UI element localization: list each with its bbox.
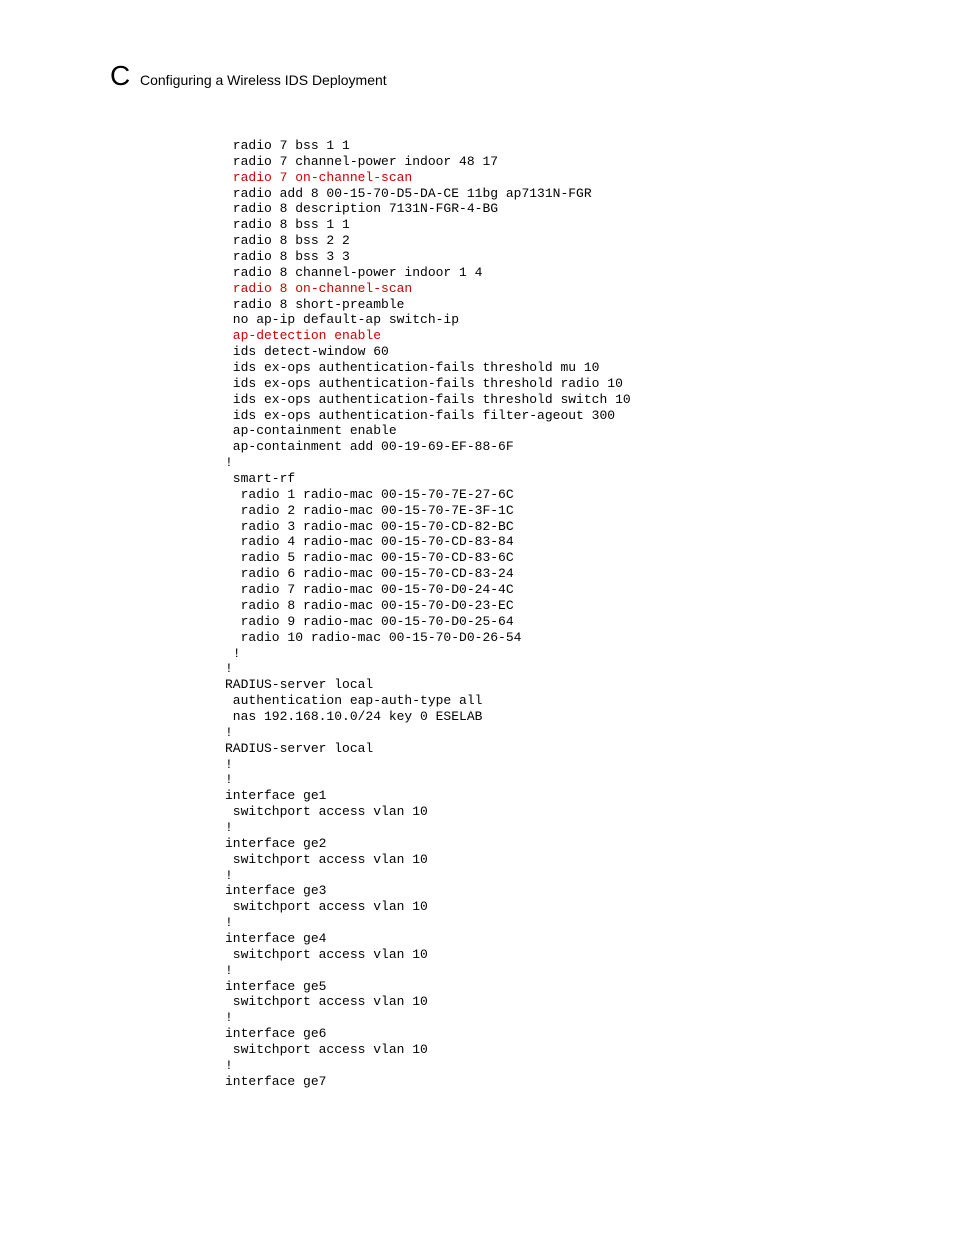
config-line: ! xyxy=(225,455,233,470)
config-line: interface ge6 xyxy=(225,1026,326,1041)
config-line: ap-containment enable xyxy=(225,423,397,438)
config-line: ! xyxy=(225,1010,233,1025)
config-line: radio 5 radio-mac 00-15-70-CD-83-6C xyxy=(225,550,514,565)
config-line: radio 1 radio-mac 00-15-70-7E-27-6C xyxy=(225,487,514,502)
config-line: switchport access vlan 10 xyxy=(225,804,428,819)
config-line: ! xyxy=(225,915,233,930)
config-line: radio 8 radio-mac 00-15-70-D0-23-EC xyxy=(225,598,514,613)
config-line: smart-rf xyxy=(225,471,295,486)
config-line: radio 8 on-channel-scan xyxy=(225,281,412,296)
config-line: radio 8 short-preamble xyxy=(225,297,404,312)
config-line: radio 8 description 7131N-FGR-4-BG xyxy=(225,201,498,216)
config-line: ! xyxy=(225,1058,233,1073)
config-line: radio 8 bss 2 2 xyxy=(225,233,350,248)
config-line: ids ex-ops authentication-fails filter-a… xyxy=(225,408,615,423)
config-line: ! xyxy=(225,661,233,676)
config-line: switchport access vlan 10 xyxy=(225,899,428,914)
config-line: ! xyxy=(225,963,233,978)
config-line: no ap-ip default-ap switch-ip xyxy=(225,312,459,327)
config-line: radio 8 bss 1 1 xyxy=(225,217,350,232)
config-block: radio 7 bss 1 1 radio 7 channel-power in… xyxy=(225,138,631,1090)
config-line: ids detect-window 60 xyxy=(225,344,389,359)
config-line: ids ex-ops authentication-fails threshol… xyxy=(225,360,599,375)
config-line: radio 8 bss 3 3 xyxy=(225,249,350,264)
config-line: ap-detection enable xyxy=(225,328,381,343)
config-line: ap-containment add 00-19-69-EF-88-6F xyxy=(225,439,514,454)
config-line: radio 7 channel-power indoor 48 17 xyxy=(225,154,498,169)
config-line: radio 7 radio-mac 00-15-70-D0-24-4C xyxy=(225,582,514,597)
config-line: switchport access vlan 10 xyxy=(225,852,428,867)
config-line: radio 6 radio-mac 00-15-70-CD-83-24 xyxy=(225,566,514,581)
config-line: interface ge1 xyxy=(225,788,326,803)
config-line: switchport access vlan 10 xyxy=(225,947,428,962)
config-line: ! xyxy=(225,868,233,883)
config-line: radio 7 on-channel-scan xyxy=(225,170,412,185)
config-line: radio 3 radio-mac 00-15-70-CD-82-BC xyxy=(225,519,514,534)
config-line: interface ge2 xyxy=(225,836,326,851)
config-line: interface ge5 xyxy=(225,979,326,994)
config-line: interface ge4 xyxy=(225,931,326,946)
config-line: ! xyxy=(225,646,241,661)
config-line: RADIUS-server local xyxy=(225,677,373,692)
config-line: ! xyxy=(225,772,233,787)
config-line: switchport access vlan 10 xyxy=(225,994,428,1009)
config-line: switchport access vlan 10 xyxy=(225,1042,428,1057)
config-line: radio 9 radio-mac 00-15-70-D0-25-64 xyxy=(225,614,514,629)
config-line: radio 10 radio-mac 00-15-70-D0-26-54 xyxy=(225,630,521,645)
config-line: ! xyxy=(225,725,233,740)
config-line: ids ex-ops authentication-fails threshol… xyxy=(225,392,631,407)
config-line: radio 8 channel-power indoor 1 4 xyxy=(225,265,482,280)
config-line: radio add 8 00-15-70-D5-DA-CE 11bg ap713… xyxy=(225,186,592,201)
config-line: radio 4 radio-mac 00-15-70-CD-83-84 xyxy=(225,534,514,549)
config-line: ! xyxy=(225,757,233,772)
config-line: radio 7 bss 1 1 xyxy=(225,138,350,153)
config-line: interface ge7 xyxy=(225,1074,326,1089)
config-line: authentication eap-auth-type all xyxy=(225,693,482,708)
config-line: radio 2 radio-mac 00-15-70-7E-3F-1C xyxy=(225,503,514,518)
config-line: RADIUS-server local xyxy=(225,741,373,756)
config-line: nas 192.168.10.0/24 key 0 ESELAB xyxy=(225,709,482,724)
config-line: interface ge3 xyxy=(225,883,326,898)
config-line: ids ex-ops authentication-fails threshol… xyxy=(225,376,623,391)
config-line: ! xyxy=(225,820,233,835)
page-title: Configuring a Wireless IDS Deployment xyxy=(140,72,387,88)
appendix-label: C xyxy=(110,60,130,92)
